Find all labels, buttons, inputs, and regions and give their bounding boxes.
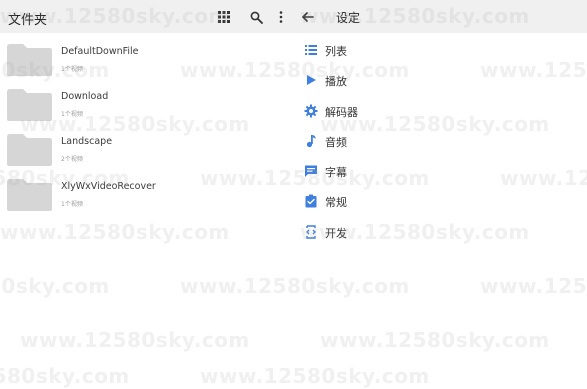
more-vert-icon[interactable] bbox=[276, 9, 286, 25]
settings-list: 列表 播放 解码器 音频 字幕 常规 开发 bbox=[293, 38, 587, 250]
folder-icon bbox=[7, 44, 52, 76]
settings-item-developer[interactable]: 开发 bbox=[293, 220, 587, 250]
folder-icon bbox=[7, 89, 52, 121]
folder-item[interactable]: DefaultDownFile 1个视频 bbox=[0, 40, 293, 85]
search-icon[interactable] bbox=[248, 9, 264, 25]
settings-item-label: 列表 bbox=[325, 45, 347, 58]
page-title: 文件夹 bbox=[8, 13, 48, 28]
folder-name: DefaultDownFile bbox=[61, 46, 139, 57]
settings-title: 设定 bbox=[336, 11, 361, 25]
gear-icon bbox=[304, 104, 318, 118]
arrow-back-icon[interactable] bbox=[300, 9, 316, 25]
folder-item[interactable]: Landscape 2个视频 bbox=[0, 130, 293, 175]
folder-item[interactable]: XlyWxVideoRecover 1个视频 bbox=[0, 175, 293, 220]
settings-item-playback[interactable]: 播放 bbox=[293, 68, 587, 98]
settings-item-label: 解码器 bbox=[325, 105, 358, 119]
folder-icon bbox=[7, 134, 52, 166]
folder-name: Landscape bbox=[61, 136, 113, 147]
subtitles-icon bbox=[305, 165, 317, 178]
folder-icon bbox=[7, 179, 52, 211]
folder-video-count: 1个视频 bbox=[61, 201, 83, 208]
settings-item-general[interactable]: 常规 bbox=[293, 189, 587, 219]
settings-item-label: 常规 bbox=[325, 196, 347, 210]
play-icon bbox=[307, 75, 316, 86]
settings-item-audio[interactable]: 音频 bbox=[293, 129, 587, 159]
folder-name: XlyWxVideoRecover bbox=[61, 181, 156, 192]
app-window: 文件夹 DefaultDownFile 1个视频 Download 1个视频 L… bbox=[0, 0, 587, 389]
settings-item-list[interactable]: 列表 bbox=[293, 38, 587, 68]
settings-item-label: 字幕 bbox=[325, 166, 347, 180]
list-icon bbox=[305, 45, 317, 55]
clipboard-check-icon bbox=[305, 194, 317, 208]
folder-video-count: 1个视频 bbox=[61, 111, 83, 118]
folder-pane: 文件夹 DefaultDownFile 1个视频 Download 1个视频 L… bbox=[0, 0, 293, 389]
folder-item[interactable]: Download 1个视频 bbox=[0, 85, 293, 130]
folder-name: Download bbox=[61, 91, 109, 102]
settings-item-label: 音频 bbox=[325, 135, 347, 149]
folder-toolbar: 文件夹 bbox=[0, 0, 293, 33]
folder-video-count: 2个视频 bbox=[61, 156, 83, 163]
grid-view-icon[interactable] bbox=[216, 9, 232, 25]
settings-pane: 设定 列表 播放 解码器 音频 字幕 常规 开发 bbox=[293, 0, 587, 389]
developer-code-icon bbox=[306, 225, 316, 239]
settings-item-label: 开发 bbox=[325, 226, 347, 240]
settings-toolbar: 设定 bbox=[293, 0, 587, 33]
settings-item-label: 播放 bbox=[325, 75, 347, 89]
folder-video-count: 1个视频 bbox=[61, 66, 83, 73]
settings-item-subtitles[interactable]: 字幕 bbox=[293, 159, 587, 189]
settings-item-decoder[interactable]: 解码器 bbox=[293, 99, 587, 129]
folder-list: DefaultDownFile 1个视频 Download 1个视频 Lands… bbox=[0, 40, 293, 220]
music-note-icon bbox=[306, 134, 316, 147]
